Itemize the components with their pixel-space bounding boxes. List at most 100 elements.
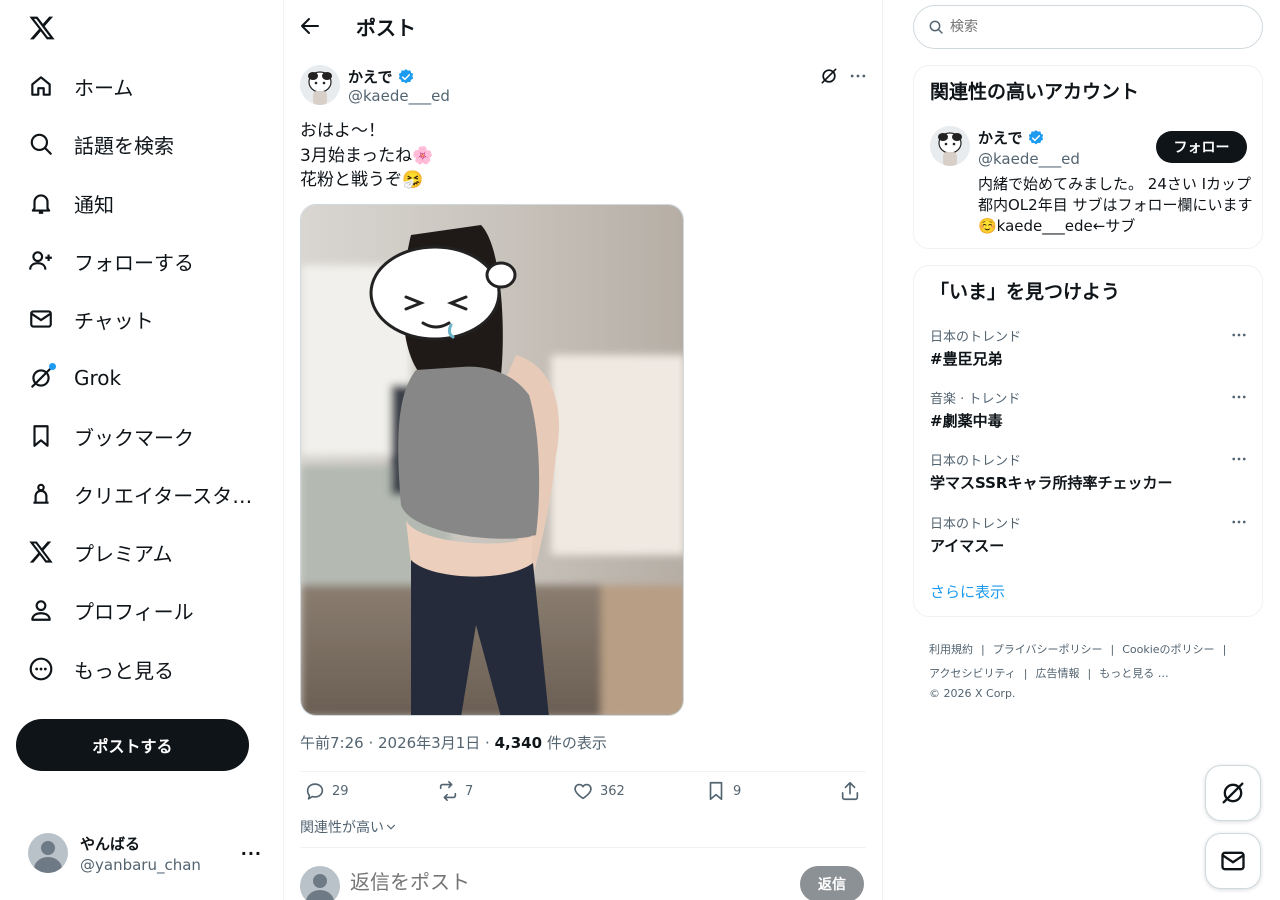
tweet-text: おはよ〜！ 3月始まったね🌸 花粉と戦うぞ🤧: [300, 119, 433, 193]
trend-category: 日本のトレンド: [930, 517, 1022, 532]
reply-composer: 返信: [300, 862, 866, 900]
tweet-time[interactable]: 午前7:26: [300, 734, 364, 752]
tweet-photo[interactable]: [300, 204, 684, 716]
bell-icon: [28, 190, 54, 216]
tweet-views-label: 件の表示: [546, 734, 607, 752]
trend-category: 音楽 · トレンド: [930, 392, 1021, 407]
footer-copyright: © 2026 X Corp.: [929, 687, 1016, 700]
related-name[interactable]: かえで: [978, 127, 1045, 148]
reply-button[interactable]: 29: [304, 780, 349, 802]
nav-follow[interactable]: フォローする: [16, 236, 206, 286]
reply-icon: [306, 783, 324, 800]
nav-more[interactable]: もっと見る: [16, 644, 186, 694]
share-button[interactable]: [839, 780, 861, 802]
retweet-count: 7: [465, 783, 474, 799]
nav-follow-label: フォローする: [74, 250, 194, 275]
tweet-text-line: 花粉と戦うぞ🤧: [300, 170, 424, 190]
more-icon[interactable]: [1230, 388, 1248, 406]
notification-dot: [49, 363, 56, 370]
page-header: ポスト: [284, 0, 882, 53]
x-logo-icon[interactable]: [28, 14, 56, 42]
author-name[interactable]: かえで: [348, 66, 415, 87]
account-name: やんばる: [80, 834, 141, 853]
trend-item[interactable]: 日本のトレンド 学マスSSRキャラ所持率チェッカー: [930, 450, 1248, 500]
reply-input[interactable]: [350, 870, 750, 894]
chevron-down-icon: [386, 824, 396, 830]
divider: [300, 771, 866, 772]
trend-name: アイマスー: [930, 537, 1005, 555]
bookmark-icon: [28, 423, 54, 449]
retweet-icon: [439, 781, 457, 801]
footer-link-cookie[interactable]: Cookieのポリシー: [1122, 643, 1214, 656]
reply-submit-button[interactable]: 返信: [800, 866, 864, 900]
trend-category: 日本のトレンド: [930, 330, 1022, 345]
nav-premium[interactable]: プレミアム: [16, 527, 185, 577]
tweet-text-line: おはよ〜！: [300, 121, 385, 141]
nav-notifications-label: 通知: [74, 192, 114, 217]
nav-chat-label: チャット: [74, 308, 154, 333]
more-icon[interactable]: ···: [241, 844, 262, 863]
home-icon: [28, 73, 54, 99]
post-button[interactable]: ポストする: [16, 719, 249, 771]
back-arrow-icon[interactable]: [298, 14, 322, 38]
more-icon[interactable]: [1230, 450, 1248, 468]
divider: [300, 847, 866, 848]
footer-link-ads[interactable]: 広告情報: [1036, 667, 1080, 680]
main-column: ポスト かえで @kaede___ed おはよ〜！ 3月始まったね🌸 花粉と戦う…: [284, 0, 883, 900]
nav-grok[interactable]: Grok: [16, 353, 133, 403]
nav-notifications[interactable]: 通知: [16, 178, 126, 228]
footer-link-more[interactable]: もっと見る …: [1099, 667, 1169, 680]
more-icon[interactable]: [1230, 326, 1248, 344]
footer-link-accessibility[interactable]: アクセシビリティ: [929, 667, 1016, 680]
grok-icon[interactable]: [819, 66, 839, 86]
bookmark-button[interactable]: 9: [705, 780, 741, 802]
messages-float-button[interactable]: [1205, 833, 1261, 889]
nav-explore-label: 話題を検索: [74, 133, 174, 158]
more-icon[interactable]: [848, 66, 868, 86]
nav-profile[interactable]: プロフィール: [16, 585, 206, 635]
nav-bookmarks[interactable]: ブックマーク: [16, 411, 206, 461]
like-button[interactable]: 362: [572, 780, 625, 802]
trend-name: #劇薬中毒: [930, 412, 1003, 430]
trend-name: #豊臣兄弟: [930, 350, 1003, 368]
x-icon: [28, 539, 54, 565]
trend-item[interactable]: 音楽 · トレンド #劇薬中毒: [930, 388, 1248, 438]
grok-icon: [28, 363, 56, 391]
share-icon: [841, 781, 859, 801]
trends-title: 「いま」を見つけよう: [930, 281, 1121, 303]
reply-sort-dropdown[interactable]: 関連性が高い: [300, 817, 398, 837]
more-circle-icon: [28, 656, 54, 682]
author-handle[interactable]: @kaede___ed: [348, 87, 450, 105]
add-user-icon: [28, 248, 54, 274]
related-handle[interactable]: @kaede___ed: [978, 150, 1080, 168]
footer-link-privacy[interactable]: プライバシーポリシー: [993, 643, 1103, 656]
nav-explore[interactable]: 話題を検索: [16, 119, 186, 169]
nav-creator-studio[interactable]: クリエイタースタ…: [16, 469, 264, 519]
nav-more-label: もっと見る: [74, 658, 174, 683]
trend-item[interactable]: 日本のトレンド アイマスー: [930, 513, 1248, 563]
author-avatar[interactable]: [300, 65, 340, 105]
reply-count: 29: [332, 783, 349, 799]
tweet-text-line: 3月始まったね🌸: [300, 145, 434, 166]
nav-home[interactable]: ホーム: [16, 61, 145, 111]
show-more-link[interactable]: さらに表示: [930, 581, 1005, 602]
grok-icon: [1222, 782, 1244, 804]
avatar: [28, 833, 68, 873]
verified-badge-icon: [1028, 129, 1043, 144]
more-icon[interactable]: [1230, 513, 1248, 531]
mail-icon: [1221, 851, 1245, 871]
page-title: ポスト: [356, 16, 416, 40]
account-switcher[interactable]: やんばる @yanbaru_chan ···: [16, 820, 272, 886]
search-box[interactable]: [913, 5, 1263, 49]
verified-badge-icon: [398, 68, 413, 83]
follow-button[interactable]: フォロー: [1156, 131, 1247, 163]
retweet-button[interactable]: 7: [437, 780, 473, 802]
footer-link-terms[interactable]: 利用規約: [929, 643, 973, 656]
grok-float-button[interactable]: [1205, 765, 1261, 821]
trend-item[interactable]: 日本のトレンド #豊臣兄弟: [930, 326, 1248, 376]
author-name-text: かえで: [348, 68, 393, 86]
related-avatar[interactable]: [930, 126, 970, 166]
search-input[interactable]: [950, 19, 1250, 35]
tweet-date[interactable]: 2026年3月1日: [378, 734, 480, 752]
nav-chat[interactable]: チャット: [16, 294, 166, 344]
